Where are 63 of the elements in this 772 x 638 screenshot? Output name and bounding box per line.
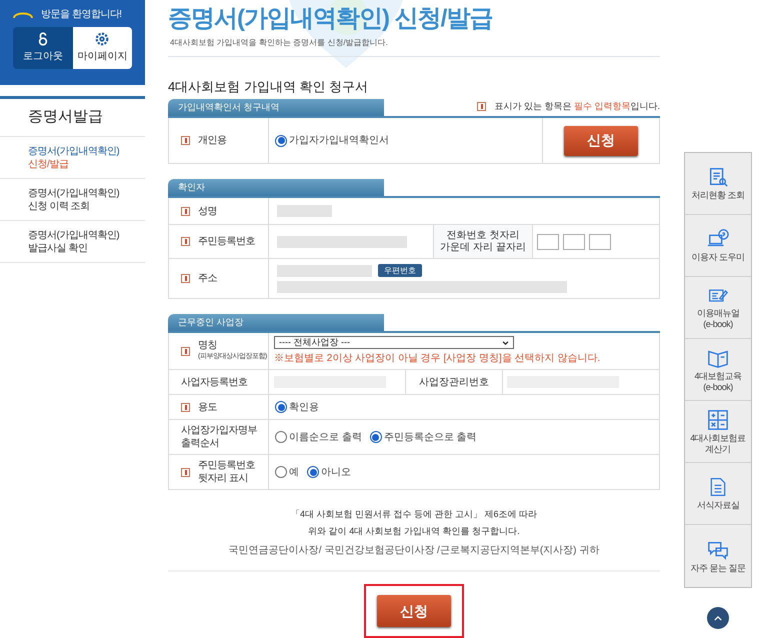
- option-label: 아니오: [321, 466, 351, 480]
- field-label: 전화번호 첫자리: [446, 230, 520, 242]
- sidebar-item[interactable]: 증명서(가입내역확인) 발급사실 확인: [0, 221, 145, 263]
- field-label: 사업장가입자명부 출력순서: [181, 424, 258, 450]
- field-label: 주민등록번호 뒷자리 표시: [198, 459, 256, 485]
- lock-icon: [38, 32, 48, 46]
- notice-text: ※보험별로 2이상 사업장이 아닐 경우 [사업장 명칭]을 선택하지 않습니다.: [274, 352, 602, 366]
- phone-field[interactable]: [537, 234, 559, 250]
- radio-button[interactable]: [307, 466, 319, 478]
- phone-field[interactable]: [563, 234, 585, 250]
- field-label: 성명: [198, 204, 217, 218]
- field-label: 사업장관리번호: [419, 376, 489, 390]
- radio-button[interactable]: [275, 431, 287, 443]
- quick-menu-item[interactable]: 자주 묻는 질문: [685, 525, 751, 587]
- field-label: 개인용: [198, 134, 226, 147]
- logout-button[interactable]: 로그아웃: [13, 27, 72, 69]
- quick-menu-item[interactable]: 4대보험교육 (e-book): [685, 339, 751, 401]
- apply-button[interactable]: 신청: [377, 595, 451, 627]
- statement-text: 위와 같이 4대 사회보험 가입내역 확인를 청구합니다.: [308, 524, 520, 538]
- menu-icon: [708, 476, 728, 498]
- field-label: 사업자등록번호: [181, 376, 248, 388]
- field-label: 주소: [198, 272, 217, 285]
- sidebar-title: 증명서발급: [0, 99, 145, 137]
- menu-icon: [707, 166, 729, 188]
- page-subtitle: 4대사회보험 가입내역을 확인하는 증명서를 신청/발급합니다.: [170, 37, 389, 49]
- apply-button[interactable]: 신청: [564, 126, 638, 156]
- quick-menu-item[interactable]: 처리현황 조회: [685, 153, 751, 215]
- field-label: 명칭: [198, 339, 218, 352]
- addressee-text: 국민연금공단이사장/ 국민건강보험공단이사장 /근로복지공단지역본부(지사장) 귀하: [228, 544, 600, 558]
- form-title: 4대사회보험 가입내역 확인 청구서: [168, 78, 370, 96]
- field-label: 가운데 자리 끝자리: [440, 242, 526, 254]
- quick-menu-item[interactable]: 이용매뉴얼 (e-book): [685, 277, 751, 339]
- radio-button[interactable]: [275, 466, 287, 478]
- blurred-value: [277, 205, 332, 217]
- field-label: 주민등록번호: [198, 235, 255, 248]
- quick-menu-item[interactable]: 4대사회보험료 계산기: [685, 401, 751, 463]
- option-label: 이름순으로 출력: [289, 430, 362, 444]
- chevron-up-icon: [714, 616, 722, 620]
- sidebar-item[interactable]: 증명서(가입내역확인) 신청 이력 조회: [0, 179, 145, 221]
- option-label: 예: [289, 466, 299, 480]
- workplace-select[interactable]: ---- 전체사업장 ---: [274, 336, 514, 349]
- required-icon: [477, 102, 486, 111]
- quick-menu-item[interactable]: 서식자료실: [685, 463, 751, 525]
- radio-button[interactable]: [275, 134, 287, 146]
- option-label: 가입자가입내역확인서: [289, 134, 389, 148]
- page-title: 증명서(가입내역확인) 신청/발급: [168, 4, 494, 34]
- option-label: 확인용: [289, 400, 319, 414]
- scroll-top-button[interactable]: [707, 607, 729, 629]
- settings-icon: [95, 32, 110, 46]
- option-label: 주민등록순으로 출력: [384, 430, 477, 444]
- postcode-button[interactable]: 우편번호: [378, 264, 422, 277]
- required-note: 표시가 있는 항목은 필수 입력항목입니다.: [494, 100, 660, 112]
- radio-button[interactable]: [275, 401, 287, 413]
- quick-menu-item[interactable]: 이용자 도우미: [685, 215, 751, 277]
- phone-field[interactable]: [589, 234, 611, 250]
- radio-button[interactable]: [370, 431, 382, 443]
- sidebar-item[interactable]: 증명서(가입내역확인) 신청/발급: [0, 137, 145, 179]
- menu-icon: [707, 408, 729, 430]
- statement-text: 「4대 사회보험 민원서류 접수 등에 관한 고시」 제6조에 따라: [290, 508, 537, 521]
- field-label: 용도: [198, 400, 217, 414]
- chevron-down-icon: [502, 340, 509, 344]
- mypage-button[interactable]: 마이페이지: [72, 27, 132, 69]
- greeting-text: 방문을 환영합니다!: [41, 8, 122, 22]
